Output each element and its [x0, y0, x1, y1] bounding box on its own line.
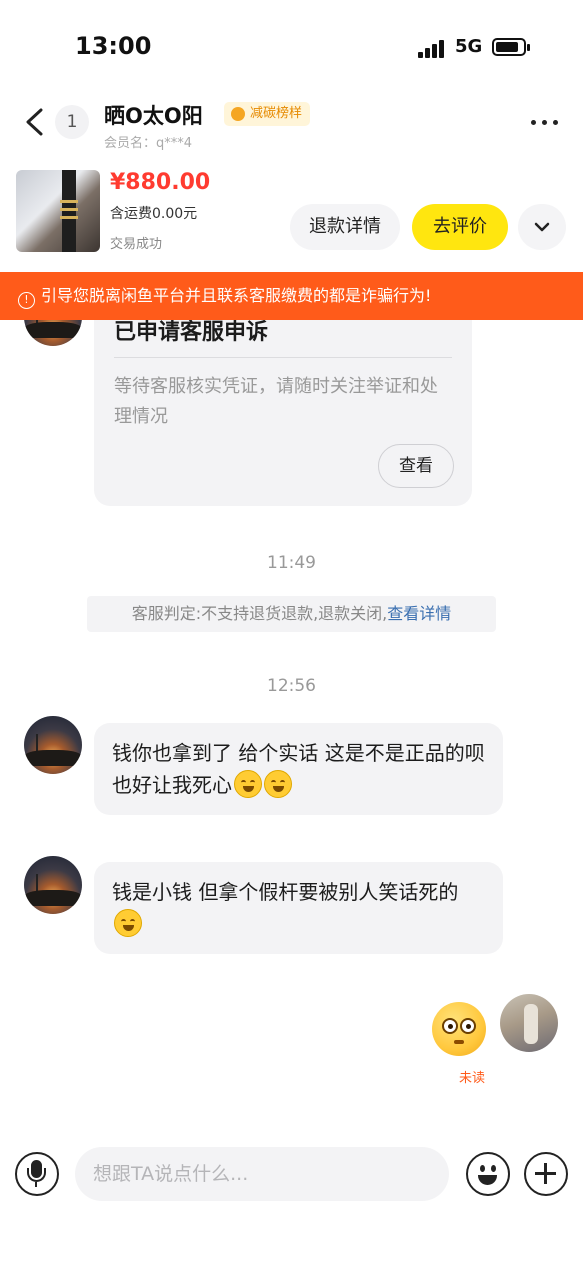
alert-icon: ! — [18, 292, 35, 309]
deal-status: 交易成功 — [110, 237, 163, 252]
status-time: 13:00 — [75, 32, 152, 60]
back-arrow-icon[interactable] — [20, 106, 50, 138]
blushing-emoji-icon — [114, 909, 142, 937]
message-bubble[interactable]: 钱是小钱 但拿个假杆要被别人笑话死的 — [94, 862, 503, 954]
product-thumbnail[interactable] — [16, 170, 100, 252]
system-note-text: 客服判定:不支持退货退款,退款关闭, — [131, 604, 388, 623]
leaf-icon — [231, 107, 245, 121]
product-price: ¥880.00 — [110, 170, 211, 195]
appeal-card-body: 等待客服核实凭证，请随时关注举证和处理情况 — [114, 376, 438, 427]
shipping-fee: 含运费0.00元 — [110, 206, 198, 222]
review-button[interactable]: 去评价 — [412, 204, 508, 250]
seller-name[interactable]: 晒O太O阳 — [104, 100, 203, 130]
warning-text: 引导您脱离闲鱼平台并且联系客服缴费的都是诈骗行为! — [41, 286, 432, 305]
fraud-warning-banner: ! 引导您脱离闲鱼平台并且联系客服缴费的都是诈骗行为! — [0, 272, 583, 320]
expand-button[interactable] — [518, 204, 566, 250]
message-input[interactable] — [75, 1147, 449, 1201]
more-icon[interactable] — [528, 112, 562, 132]
network-label: 5G — [455, 36, 483, 57]
refund-details-button[interactable]: 退款详情 — [290, 204, 400, 250]
product-bar[interactable]: ¥880.00 含运费0.00元 交易成功 退款详情 去评价 — [0, 160, 583, 272]
unread-status: 未读 — [459, 1071, 486, 1086]
view-details-link[interactable]: 查看详情 — [387, 604, 451, 623]
crying-laughing-emoji-icon — [264, 770, 292, 798]
seller-avatar[interactable] — [24, 716, 82, 774]
view-appeal-button[interactable]: 查看 — [378, 444, 454, 488]
timestamp: 12:56 — [267, 676, 316, 696]
my-avatar[interactable] — [500, 994, 558, 1052]
carbon-badge[interactable]: 减碳榜样 — [224, 102, 311, 126]
chat-header: 1 晒O太O阳 减碳榜样 会员名：q***4 — [0, 92, 583, 158]
emoji-icon[interactable] — [466, 1152, 510, 1196]
battery-icon — [492, 38, 530, 56]
plus-icon[interactable] — [524, 1152, 568, 1196]
timestamp: 11:49 — [267, 553, 316, 573]
message-bubble[interactable]: 钱你也拿到了 给个实话 这是不是正品的呗 也好让我死心 — [94, 723, 503, 815]
badge-label: 减碳榜样 — [250, 106, 303, 121]
member-id: 会员名：q***4 — [104, 136, 193, 151]
chevron-down-icon — [534, 222, 550, 232]
input-bar — [0, 1130, 583, 1268]
sent-emoji-sticker[interactable] — [432, 1002, 486, 1056]
seller-avatar[interactable] — [24, 856, 82, 914]
status-bar: 13:00 5G — [0, 0, 583, 90]
divider — [114, 357, 452, 358]
signal-icon — [418, 38, 446, 58]
message-text: 钱是小钱 但拿个假杆要被别人笑话死的 — [112, 880, 459, 904]
crying-laughing-emoji-icon — [234, 770, 262, 798]
unread-count: 1 — [55, 105, 89, 139]
system-note: 客服判定:不支持退货退款,退款关闭,查看详情 — [87, 596, 496, 632]
message-text: 钱你也拿到了 给个实话 这是不是正品的呗 也好让我死心 — [112, 741, 485, 797]
appeal-card: 已申请客服申诉 等待客服核实凭证，请随时关注举证和处理情况 查看 — [94, 300, 472, 506]
microphone-icon[interactable] — [15, 1152, 59, 1196]
